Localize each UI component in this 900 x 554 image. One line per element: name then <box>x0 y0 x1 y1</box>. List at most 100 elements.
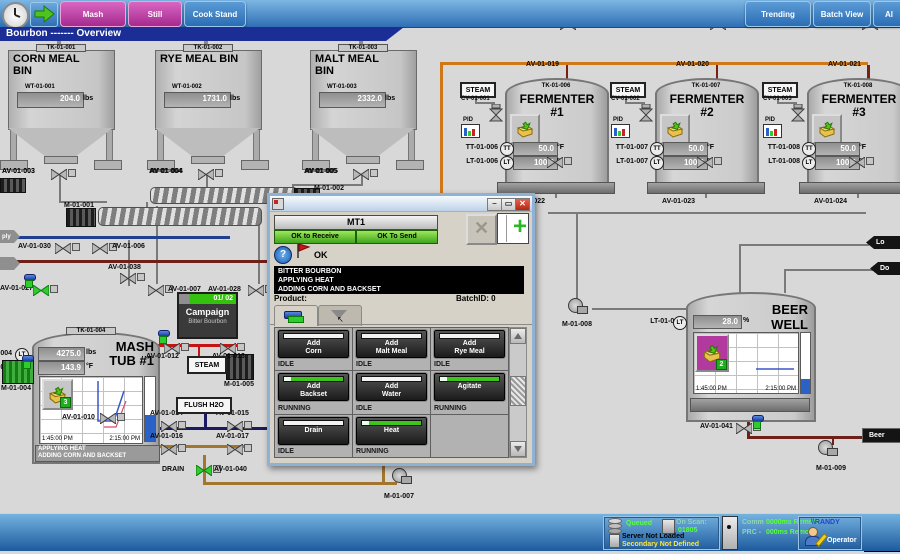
scroll-down-button[interactable] <box>510 441 526 457</box>
phase-button-add-backset[interactable]: AddBackset <box>278 373 349 401</box>
phase-scrollbar[interactable] <box>509 327 527 458</box>
unit-name-header: MT1 <box>274 215 438 230</box>
phase-status: IDLE <box>434 361 450 368</box>
tag-AV-01-020: AV-01-020 <box>663 61 709 68</box>
flow-arrow-do[interactable]: Do <box>870 262 900 275</box>
tab-equipment[interactable]: ↖ <box>318 305 362 326</box>
valve-AV-01-030[interactable] <box>55 241 71 252</box>
bin-weight-unit: lbs <box>83 95 93 102</box>
valve-AV-01-023[interactable] <box>697 155 713 166</box>
mash-material-icon[interactable]: 3 <box>42 379 73 410</box>
abort-button[interactable]: ✕ <box>466 214 497 245</box>
batch-view-button[interactable]: Batch View <box>813 1 871 27</box>
tt-bubble: TT <box>500 142 514 156</box>
screw-conveyor[interactable] <box>98 207 262 226</box>
temp-unit: °F <box>557 144 564 151</box>
fermenter-material-icon[interactable] <box>812 114 842 144</box>
scrollbar-thumb[interactable] <box>510 376 526 406</box>
flow-arrow-lo[interactable]: Lo <box>866 236 900 249</box>
add-window-button[interactable]: + <box>497 213 529 244</box>
mash-button[interactable]: Mash <box>60 1 126 27</box>
fermenter-material-icon[interactable] <box>510 114 540 144</box>
pid-icon[interactable] <box>461 124 480 138</box>
valve-AV-01-003[interactable] <box>51 167 67 178</box>
cook-stand-button[interactable]: Cook Stand <box>184 1 246 27</box>
maximize-button[interactable]: ▭ <box>501 198 516 211</box>
valve-AV-01-014[interactable] <box>161 419 177 430</box>
fermenter-material-icon[interactable] <box>660 114 690 144</box>
valve-AV-01-028[interactable] <box>248 283 264 294</box>
dialog-titlebar[interactable]: – ▭ ✕ <box>270 196 532 212</box>
valve-AV-01-038[interactable] <box>120 271 136 282</box>
control-valve-icon[interactable] <box>639 104 653 127</box>
mash-trend-chart[interactable]: 3 1:45:00 PM 2:15:00 PM <box>39 376 143 444</box>
bin-foot <box>94 160 122 170</box>
campaign-panel[interactable]: 01/ 02 Campaign Bitter Bourbon <box>177 292 238 339</box>
phase-button-add-malt-meal[interactable]: AddMalt Meal <box>356 330 427 358</box>
phase-button-drain[interactable]: Drain <box>278 417 349 445</box>
phase-button-add-corn[interactable]: AddCorn <box>278 330 349 358</box>
cv-tag: CV-01-001 <box>461 96 491 102</box>
control-valve-icon[interactable] <box>489 104 503 127</box>
valve-AV-01-017[interactable] <box>227 442 243 453</box>
pid-icon[interactable] <box>611 124 630 138</box>
valve-AV-01-024[interactable] <box>849 155 865 166</box>
phase-status: IDLE <box>356 361 372 368</box>
mash-lt-tag: LT-01-004 <box>0 350 12 357</box>
trend-end-time: 2:15:00 PM <box>765 386 796 392</box>
valve-AV-01-007[interactable] <box>148 283 164 294</box>
motor-M-01-001[interactable] <box>66 208 96 227</box>
valve-AV-01-040[interactable] <box>196 463 212 474</box>
phase-button-agitate[interactable]: Agitate <box>434 373 505 401</box>
close-icon[interactable]: ✕ <box>515 198 530 211</box>
pid-label: PID <box>613 117 629 123</box>
valve-AV-01-041[interactable] <box>736 421 752 432</box>
flow-arrow-beer[interactable]: Beer <box>862 428 900 443</box>
beer-material-icon[interactable]: 2 <box>695 334 729 372</box>
phase-button-add-water[interactable]: AddWater <box>356 373 427 401</box>
valve-AV-01-005[interactable] <box>353 167 369 178</box>
minimize-button[interactable]: – <box>487 198 502 211</box>
beer-trend-chart[interactable]: 2 1:45:00 PM 2:15:00 PM <box>693 332 799 394</box>
control-valve-icon[interactable] <box>791 104 805 127</box>
valve-AV-01-013[interactable] <box>220 341 236 352</box>
beer-well-name: BEERWELL <box>748 302 808 332</box>
valve-AV-01-027[interactable] <box>33 283 49 294</box>
valve-AV-01-015[interactable] <box>227 419 243 430</box>
valve-AV-01-016[interactable] <box>161 442 177 453</box>
lt-bubble: LT <box>500 156 514 170</box>
tag-M-01-004: M-01-004 <box>1 385 31 392</box>
pump-M-01-008[interactable] <box>568 298 588 314</box>
trending-button[interactable]: Trending <box>745 1 811 27</box>
valve-AV-01-004[interactable] <box>198 167 214 178</box>
forward-arrow-button[interactable] <box>30 2 58 27</box>
alarms-button[interactable]: Al <box>873 1 900 27</box>
fermenter-name: FERMENTER <box>507 92 607 106</box>
tab-materials[interactable] <box>274 305 318 326</box>
pid-icon[interactable] <box>763 124 782 138</box>
phase-status: RUNNING <box>434 405 467 412</box>
pump-M-01-007[interactable] <box>392 468 412 484</box>
bin-name: MALT MEAL BIN <box>315 53 395 77</box>
valve-AV-01-022[interactable] <box>547 155 563 166</box>
phase-button-add-rye-meal[interactable]: AddRye Meal <box>434 330 505 358</box>
trend-start-time: 1:45:00 PM <box>42 436 73 442</box>
help-button[interactable]: ? <box>274 246 292 264</box>
fermenter-temp-value: 50.0 <box>663 142 708 156</box>
scroll-up-button[interactable] <box>510 328 526 344</box>
database-icon <box>608 518 622 534</box>
valve-AV-01-006[interactable] <box>92 241 108 252</box>
mash-status-text: APPLYING HEATADDING CORN AND BACKSET <box>35 445 160 462</box>
tt-bubble: TT <box>650 142 664 156</box>
product-label: Product: <box>274 294 307 303</box>
ok-to-send-button[interactable]: OK To Send <box>356 230 438 244</box>
valve-AV-01-010[interactable] <box>100 411 116 422</box>
pipe <box>784 269 786 293</box>
ok-to-receive-button[interactable]: OK to Receive <box>274 230 356 244</box>
tag-M-01-008: M-01-008 <box>562 321 592 328</box>
motor-mill[interactable] <box>0 178 26 193</box>
pump-M-01-009[interactable] <box>818 440 838 456</box>
phase-button-heat[interactable]: Heat <box>356 417 427 445</box>
server-icon <box>662 519 675 534</box>
still-button[interactable]: Still <box>128 1 182 27</box>
